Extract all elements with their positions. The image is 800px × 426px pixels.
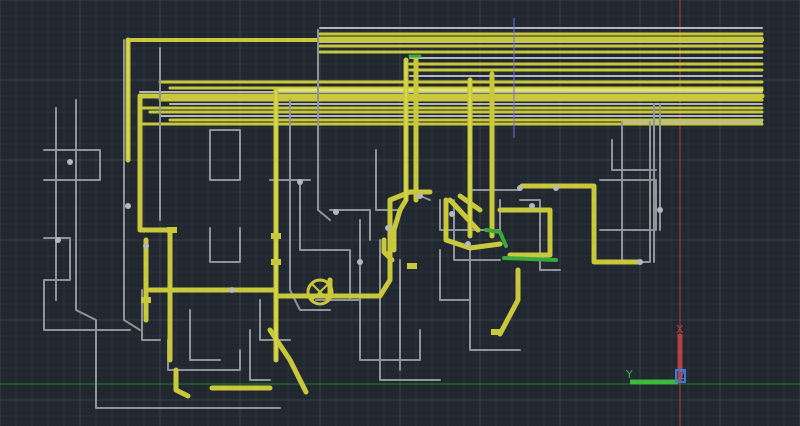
pipe-fitting[interactable] (385, 225, 391, 231)
pipe-fitting[interactable] (333, 209, 339, 215)
pipe-fitting[interactable] (55, 237, 61, 243)
grey-pipe[interactable] (167, 339, 241, 371)
flange-fitting[interactable] (271, 233, 281, 239)
pipe-fitting[interactable] (67, 159, 73, 165)
ucs-x-label: X (676, 323, 684, 336)
ucs-y-label: Y (625, 368, 633, 381)
yellow-pipe[interactable] (497, 207, 553, 258)
grey-pipe[interactable] (439, 249, 471, 331)
green-pipe[interactable] (502, 256, 558, 262)
pipe-fitting[interactable] (357, 259, 363, 265)
model-space-viewport[interactable]: X Y Z (0, 0, 800, 426)
cad-drawing-canvas[interactable]: X Y Z (0, 0, 800, 426)
pipe-fitting[interactable] (465, 241, 471, 247)
pipe-fitting[interactable] (125, 203, 131, 209)
grey-pipe[interactable] (209, 227, 241, 263)
pipe-fitting[interactable] (657, 207, 663, 213)
pipe-fitting[interactable] (517, 185, 523, 191)
flange-fitting[interactable] (167, 227, 177, 233)
pipe-fitting[interactable] (297, 179, 303, 185)
pipe-fitting[interactable] (637, 259, 643, 265)
pipe-fitting[interactable] (529, 203, 535, 209)
pipe-fitting[interactable] (143, 243, 149, 249)
ucs-z-label: Z (678, 369, 686, 382)
grey-pipe[interactable] (289, 99, 331, 311)
flange-fitting[interactable] (407, 263, 417, 269)
pipe-fitting[interactable] (417, 193, 423, 199)
pipe-fitting[interactable] (553, 185, 559, 191)
yellow-pipe[interactable] (497, 267, 521, 337)
flange-fitting[interactable] (491, 329, 501, 335)
flange-fitting[interactable] (271, 259, 281, 265)
flange-fitting[interactable] (141, 297, 151, 303)
header-pipe-bundle[interactable] (126, 27, 765, 126)
pipe-fitting[interactable] (449, 211, 455, 217)
yellow-pipe[interactable] (173, 367, 191, 399)
grey-pipe[interactable] (209, 129, 241, 181)
pipe-fitting[interactable] (229, 287, 235, 293)
